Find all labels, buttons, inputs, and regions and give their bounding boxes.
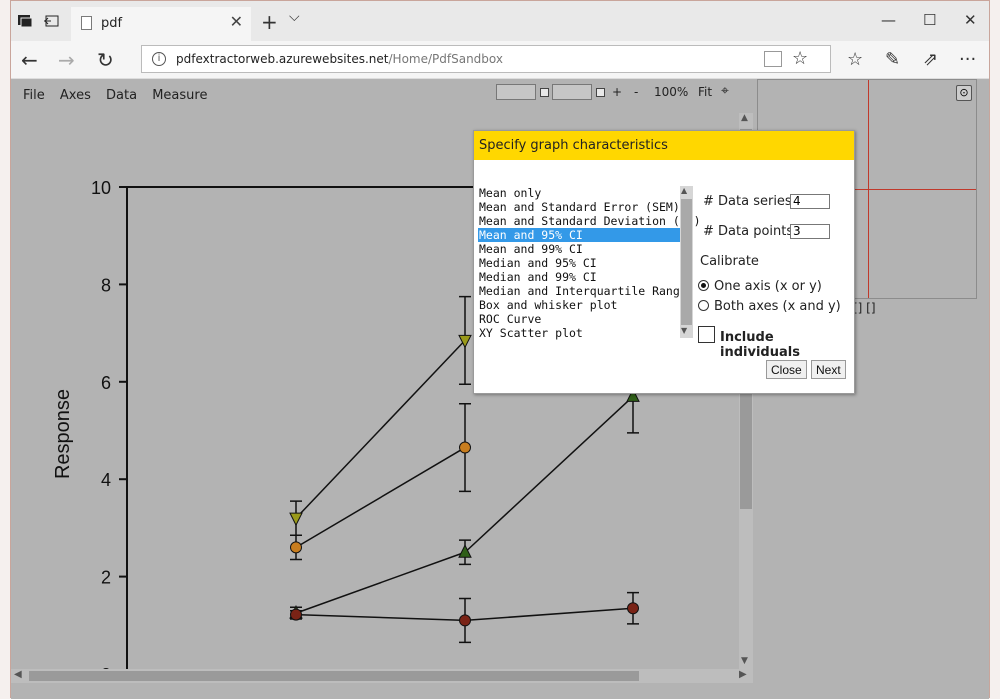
chart-type-option[interactable]: Box and whisker plot [478, 298, 680, 312]
maximize-icon[interactable]: ☐ [923, 11, 936, 29]
chart-type-option[interactable]: Mean and 95% CI [478, 228, 680, 242]
series-line [295, 339, 466, 519]
url-path: /Home/PdfSandbox [388, 52, 504, 66]
data-series-label: # Data series [703, 194, 792, 209]
data-point-marker[interactable] [458, 544, 472, 558]
url-text: pdfextractorweb.azurewebsites.net/Home/P… [176, 52, 503, 66]
one-axis-radio[interactable] [698, 280, 709, 291]
list-scroll-thumb[interactable] [681, 199, 692, 325]
url-host: pdfextractorweb.azurewebsites.net [176, 52, 389, 66]
horizontal-scrollbar[interactable]: ◀ ▶ [11, 669, 753, 683]
chart-type-option[interactable]: Mean only [478, 186, 680, 200]
pen-icon[interactable]: ✎ [885, 49, 900, 70]
coordinate-brackets: [] [] [853, 301, 876, 315]
dialog-title: Specify graph characteristics [474, 131, 854, 160]
series-line [295, 613, 466, 622]
both-axes-label: Both axes (x and y) [714, 299, 841, 314]
chart-type-option[interactable]: XY Scatter plot [478, 326, 680, 340]
forward-icon[interactable]: → [58, 48, 75, 72]
new-tab-icon[interactable]: + [261, 10, 278, 34]
include-individuals-checkbox[interactable] [698, 326, 715, 343]
list-scrollbar[interactable]: ▲ ▼ [680, 186, 693, 338]
chart-type-option[interactable]: Median and 95% CI [478, 256, 680, 270]
y-axis-label: Response [52, 389, 74, 479]
data-point-marker[interactable] [627, 602, 639, 615]
reading-view-icon[interactable] [764, 51, 782, 67]
list-scroll-down-icon[interactable]: ▼ [681, 326, 687, 335]
both-axes-radio[interactable] [698, 300, 709, 311]
series-line [464, 395, 634, 553]
data-series-input[interactable]: 4 [790, 194, 830, 209]
y-tick-label: 10 [91, 178, 111, 198]
window-close-icon[interactable]: ✕ [964, 11, 977, 29]
data-point-marker[interactable] [289, 512, 303, 527]
series-line [295, 551, 466, 614]
scroll-right-icon[interactable]: ▶ [739, 669, 747, 680]
series-line [295, 446, 466, 549]
chart-type-list[interactable]: Mean only Mean and Standard Error (SEM) Me… [478, 186, 701, 340]
address-bar[interactable]: i pdfextractorweb.azurewebsites.net/Home… [141, 45, 831, 73]
tab-set-aside-icon[interactable] [17, 14, 33, 28]
scroll-up-icon[interactable]: ▲ [741, 113, 748, 123]
browser-window: pdf ✕ + ⌵ — ☐ ✕ ← → ↻ i pdfextractorweb.… [10, 0, 990, 699]
next-button[interactable]: Next [811, 360, 846, 379]
favorite-star-icon[interactable]: ☆ [792, 48, 808, 69]
chart-type-option[interactable]: Mean and 99% CI [478, 242, 680, 256]
tab-title: pdf [101, 16, 123, 31]
scroll-down-icon[interactable]: ▼ [741, 656, 748, 666]
data-point-marker[interactable] [290, 541, 302, 554]
refresh-icon[interactable]: ↻ [97, 48, 114, 72]
y-ticks: 0246810 [91, 178, 127, 669]
back-icon[interactable]: ← [21, 48, 38, 72]
close-button[interactable]: Close [766, 360, 807, 379]
tabs-aside-icon[interactable] [43, 14, 59, 28]
horizontal-scroll-thumb[interactable] [29, 671, 639, 681]
data-point-marker[interactable] [459, 441, 471, 454]
chart-type-option[interactable]: ROC Curve [478, 312, 680, 326]
graph-characteristics-dialog: Specify graph characteristics Mean only M… [473, 130, 855, 394]
tab-bar: pdf ✕ + ⌵ — ☐ ✕ [11, 1, 989, 41]
y-tick-label: 2 [101, 568, 111, 588]
favorites-icon[interactable]: ☆ [847, 49, 863, 70]
list-scroll-up-icon[interactable]: ▲ [681, 186, 687, 195]
more-icon[interactable]: ··· [959, 49, 976, 70]
data-point-marker[interactable] [459, 614, 471, 627]
target-icon[interactable]: ⊙ [956, 85, 972, 101]
data-points-label: # Data points [703, 224, 794, 239]
chart-type-option[interactable]: Mean and Standard Error (SEM) [478, 200, 680, 214]
calibrate-label: Calibrate [700, 254, 759, 269]
tab-pdf[interactable]: pdf ✕ [71, 7, 251, 41]
data-point-marker[interactable] [290, 608, 302, 621]
data-points-input[interactable]: 3 [790, 224, 830, 239]
one-axis-label: One axis (x or y) [714, 279, 822, 294]
tab-menu-chevron-icon[interactable]: ⌵ [289, 9, 300, 25]
y-tick-label: 6 [101, 373, 111, 393]
scroll-left-icon[interactable]: ◀ [14, 669, 22, 680]
close-tab-icon[interactable]: ✕ [230, 12, 243, 31]
page-content: File Axes Data Measure + - 100% Fit ⌖ Re… [11, 79, 989, 699]
site-info-icon[interactable]: i [152, 52, 166, 66]
chart-type-option[interactable]: Median and 99% CI [478, 270, 680, 284]
minimize-icon[interactable]: — [881, 11, 896, 29]
y-tick-label: 8 [101, 275, 111, 295]
series-line [464, 607, 634, 622]
document-icon [81, 16, 92, 30]
chart-type-option[interactable]: Median and Interquartile Range [478, 284, 687, 298]
navigation-bar: ← → ↻ i pdfextractorweb.azurewebsites.ne… [11, 41, 989, 79]
share-icon[interactable]: ⇗ [923, 49, 938, 70]
chart-type-option[interactable]: Mean and Standard Deviation (SD) [478, 214, 701, 228]
include-individuals-label: Include individuals [720, 330, 800, 360]
y-tick-label: 4 [101, 470, 111, 490]
